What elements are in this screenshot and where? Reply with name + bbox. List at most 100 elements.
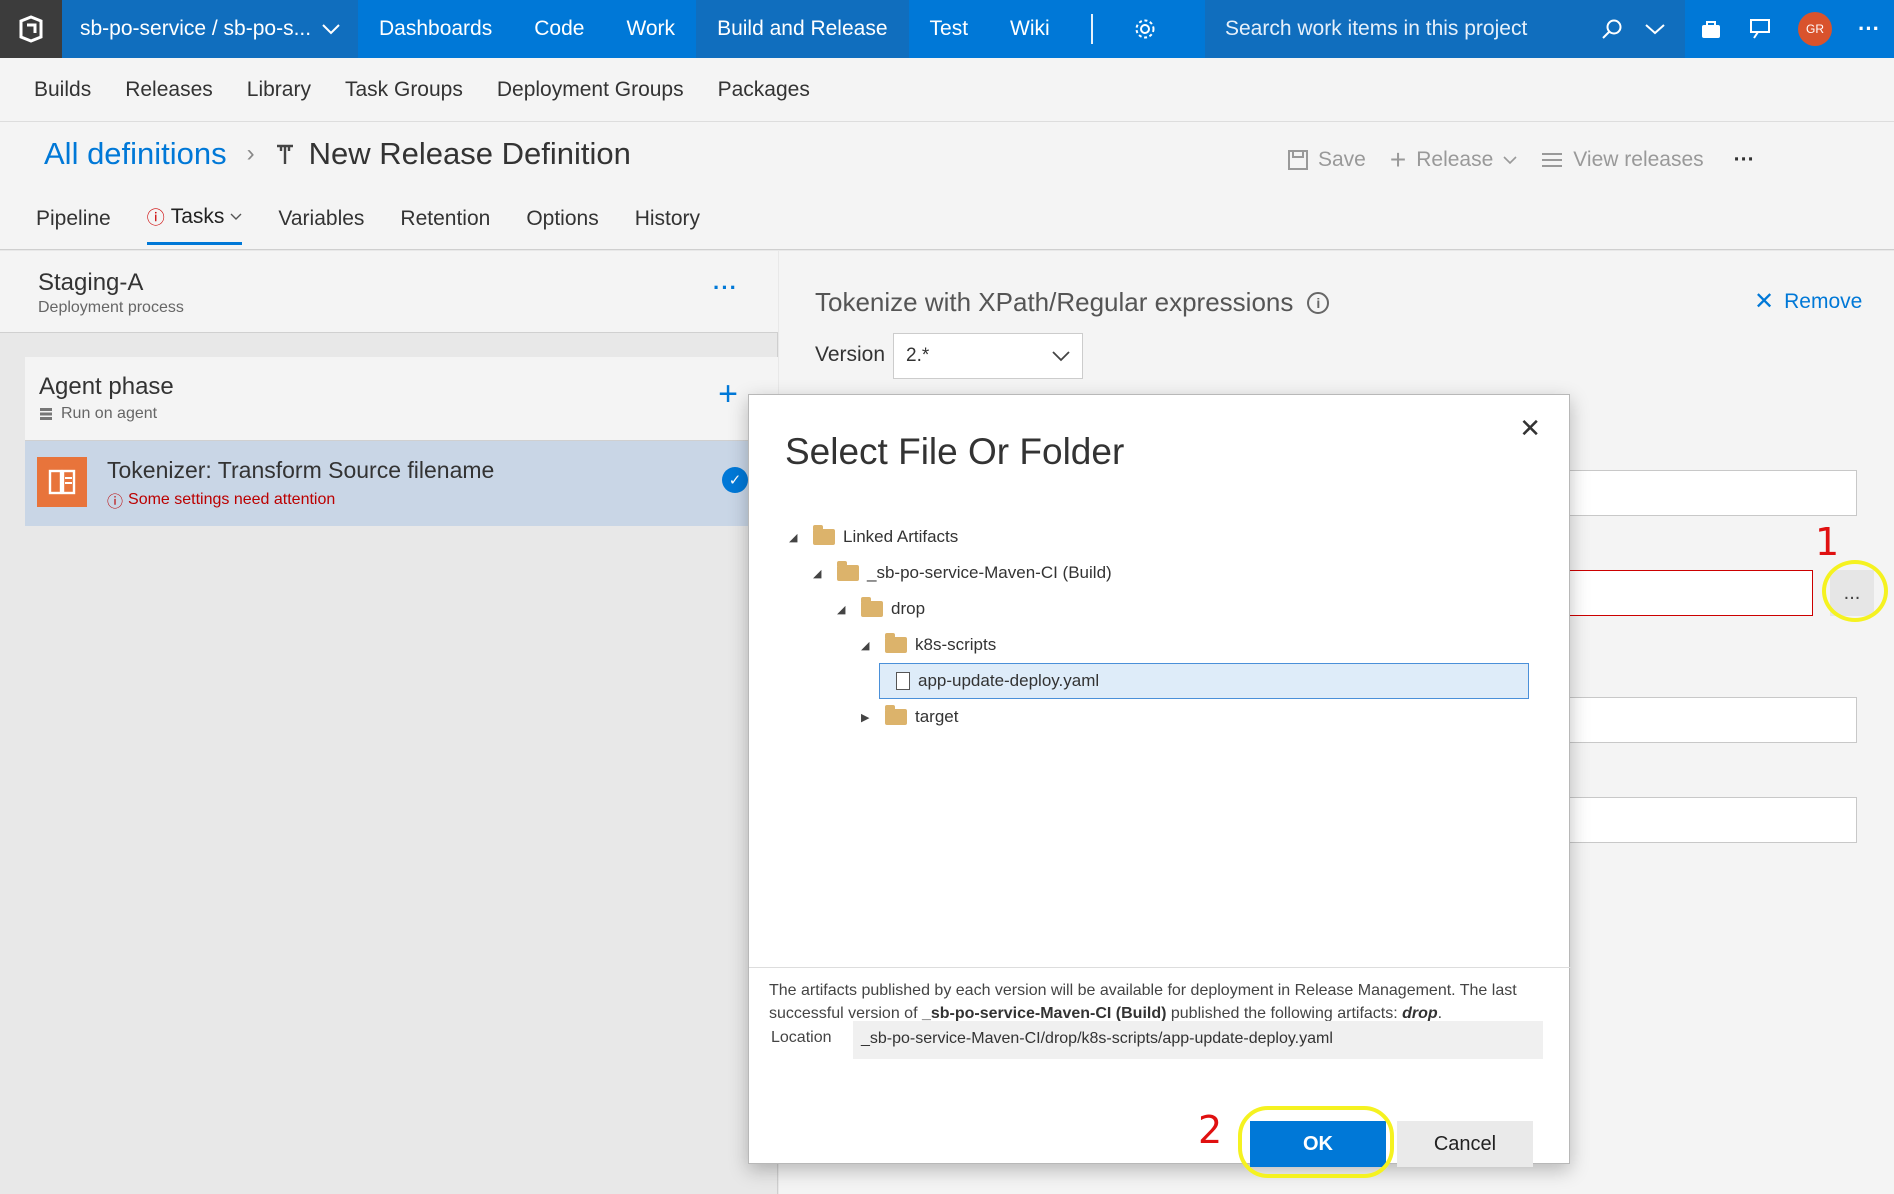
- chevron-down-icon: [230, 213, 242, 220]
- top-nav: Dashboards Code Work Build and Release T…: [358, 0, 1177, 58]
- view-releases-button[interactable]: View releases: [1541, 148, 1704, 172]
- file-icon: [896, 672, 910, 690]
- breadcrumb: All definitions › New Release Definition: [44, 136, 631, 172]
- definition-tabs: Pipeline ⓘ Tasks Variables Retention Opt…: [36, 204, 736, 245]
- search-placeholder: Search work items in this project: [1225, 17, 1528, 40]
- desc-artifact-name: drop: [1402, 1005, 1438, 1022]
- breadcrumb-all-definitions[interactable]: All definitions: [44, 136, 227, 172]
- tree-node-label: drop: [891, 599, 926, 618]
- release-button[interactable]: + Release: [1390, 144, 1517, 176]
- vsts-logo-icon[interactable]: [0, 0, 62, 58]
- marketplace-bag-icon[interactable]: [1700, 18, 1722, 40]
- tab-pipeline[interactable]: Pipeline: [36, 204, 111, 245]
- search-icon[interactable]: [1601, 18, 1623, 40]
- close-icon[interactable]: ✕: [1519, 413, 1541, 444]
- settings-gear-icon[interactable]: [1113, 0, 1177, 58]
- stage-header[interactable]: Staging-A Deployment process ···: [0, 251, 778, 333]
- dialog-title: Select File Or Folder: [785, 431, 1125, 472]
- collapsed-arrow-icon[interactable]: ▶: [861, 711, 879, 724]
- search-chevron-down-icon[interactable]: [1645, 23, 1665, 35]
- task-warning-label: Some settings need attention: [128, 491, 336, 508]
- warning-icon: ⓘ: [107, 494, 124, 511]
- stage-more-button[interactable]: ···: [713, 275, 738, 301]
- subnav-releases[interactable]: Releases: [125, 78, 213, 102]
- avatar[interactable]: GR: [1798, 12, 1832, 46]
- page-header: All definitions › New Release Definition…: [0, 122, 1894, 250]
- folder-icon: [885, 633, 907, 653]
- subnav-packages[interactable]: Packages: [718, 78, 810, 102]
- agent-phase[interactable]: Agent phase Run on agent +: [25, 357, 778, 441]
- tree-node-target[interactable]: ▶ target: [789, 699, 1529, 735]
- more-icon[interactable]: ···: [1858, 16, 1880, 42]
- tree-node-label: _sb-po-service-Maven-CI (Build): [867, 563, 1112, 582]
- more-actions-button[interactable]: ···: [1734, 148, 1755, 172]
- source-path-field[interactable]: [1569, 570, 1813, 616]
- save-button[interactable]: Save: [1288, 148, 1366, 172]
- subnav-builds[interactable]: Builds: [34, 78, 91, 102]
- version-select[interactable]: 2.*: [893, 333, 1083, 379]
- tab-options[interactable]: Options: [526, 204, 598, 245]
- location-field[interactable]: _sb-po-service-Maven-CI/drop/k8s-scripts…: [853, 1021, 1543, 1059]
- error-icon: ⓘ: [146, 208, 165, 228]
- tree-node-k8s-scripts[interactable]: ◢ k8s-scripts: [789, 627, 1529, 663]
- nav-wiki[interactable]: Wiki: [989, 0, 1071, 58]
- expanded-arrow-icon[interactable]: ◢: [813, 567, 831, 580]
- cancel-button[interactable]: Cancel: [1397, 1121, 1533, 1167]
- expanded-arrow-icon[interactable]: ◢: [837, 603, 855, 616]
- nav-code[interactable]: Code: [513, 0, 605, 58]
- tokenizer-task-icon: [37, 457, 87, 507]
- task-field-1[interactable]: [1569, 470, 1857, 516]
- tab-retention[interactable]: Retention: [400, 204, 490, 245]
- tree-node-app-update-deploy[interactable]: app-update-deploy.yaml: [879, 663, 1529, 699]
- release-definition-icon: [276, 144, 293, 164]
- feedback-icon[interactable]: [1748, 18, 1772, 40]
- tree-node-label: Linked Artifacts: [843, 527, 959, 546]
- desc-end: .: [1437, 1005, 1443, 1022]
- tab-history[interactable]: History: [635, 204, 700, 245]
- subnav-library[interactable]: Library: [247, 78, 311, 102]
- add-task-button[interactable]: +: [718, 375, 738, 414]
- tab-variables[interactable]: Variables: [278, 204, 364, 245]
- list-icon: [1542, 153, 1563, 167]
- info-icon[interactable]: i: [1307, 291, 1330, 314]
- nav-work[interactable]: Work: [605, 0, 696, 58]
- expanded-arrow-icon[interactable]: ◢: [861, 639, 879, 652]
- nav-test[interactable]: Test: [909, 0, 990, 58]
- chevron-right-icon: ›: [246, 140, 255, 167]
- subnav-deployment-groups[interactable]: Deployment Groups: [497, 78, 684, 102]
- task-warning: ⓘ Some settings need attention: [107, 488, 494, 512]
- save-icon: [1288, 150, 1308, 170]
- task-item[interactable]: Tokenizer: Transform Source filename ⓘ S…: [25, 441, 778, 526]
- phase-subtitle: Run on agent: [39, 405, 764, 423]
- chevron-down-icon: [322, 24, 340, 35]
- select-file-dialog: Select File Or Folder ✕ ◢ Linked Artifac…: [748, 394, 1571, 1167]
- dialog-description: The artifacts published by each version …: [769, 979, 1559, 1025]
- desc-build-name: _sb-po-service-Maven-CI (Build): [921, 1005, 1167, 1022]
- task-field-3[interactable]: [1569, 697, 1857, 743]
- expanded-arrow-icon[interactable]: ◢: [789, 531, 807, 544]
- search-input[interactable]: Search work items in this project: [1205, 0, 1685, 58]
- tree-node-linked-artifacts[interactable]: ◢ Linked Artifacts: [789, 519, 1529, 555]
- task-field-4[interactable]: [1569, 797, 1857, 843]
- top-icons: GR ···: [1700, 0, 1880, 58]
- subnav-task-groups[interactable]: Task Groups: [345, 78, 463, 102]
- tree-node-drop[interactable]: ◢ drop: [789, 591, 1529, 627]
- chevron-down-icon: [1052, 350, 1070, 361]
- remove-task-button[interactable]: ✕ Remove: [1754, 287, 1862, 316]
- tab-tasks[interactable]: ⓘ Tasks: [146, 204, 243, 245]
- save-label: Save: [1318, 148, 1366, 171]
- plus-icon: +: [1389, 144, 1407, 175]
- nav-build-and-release[interactable]: Build and Release: [696, 0, 909, 58]
- tree-node-build[interactable]: ◢ _sb-po-service-Maven-CI (Build): [789, 555, 1529, 591]
- release-label: Release: [1416, 148, 1494, 171]
- command-bar: Save + Release View releases ···: [1288, 144, 1755, 176]
- task-details-title: Tokenize with XPath/Regular expressions …: [815, 287, 1330, 318]
- nav-dashboards[interactable]: Dashboards: [358, 0, 513, 58]
- annotation-step-2: 2: [1198, 1108, 1223, 1152]
- stage-subtitle: Deployment process: [38, 299, 184, 316]
- top-bar: sb-po-service / sb-po-s... Dashboards Co…: [0, 0, 1894, 58]
- close-icon: ✕: [1754, 288, 1775, 315]
- project-selector[interactable]: sb-po-service / sb-po-s...: [62, 0, 358, 58]
- chevron-down-icon: [1503, 156, 1517, 165]
- task-enabled-check-icon[interactable]: ✓: [722, 467, 748, 493]
